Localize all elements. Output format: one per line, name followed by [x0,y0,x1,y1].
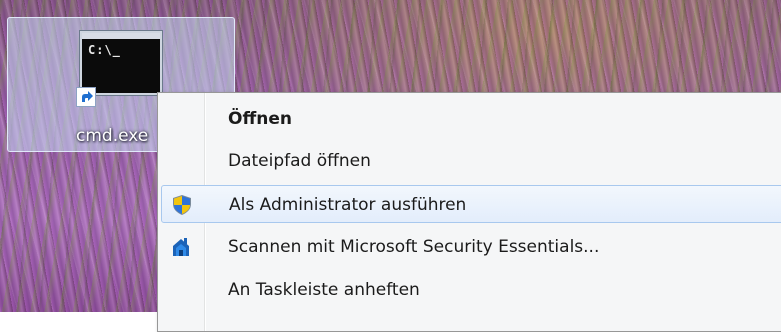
security-essentials-icon [170,236,192,258]
desktop-icon-label: cmd.exe [76,126,149,146]
shortcut-arrow-icon [76,87,96,107]
cmd-icon: C:\_ [80,31,162,95]
menu-item-label: Dateipfad öffnen [228,151,371,171]
menu-item-scan-security-essentials[interactable]: Scannen mit Microsoft Security Essential… [161,228,781,266]
menu-item-label: An Taskleiste anheften [228,280,420,300]
context-menu: Öffnen Dateipfad öffnen Als Administrato… [157,92,781,332]
uac-shield-icon [171,194,193,216]
menu-item-pin-to-taskbar[interactable]: An Taskleiste anheften [161,271,781,309]
menu-item-label: Scannen mit Microsoft Security Essential… [228,237,600,257]
cmd-icon-titlebar [82,33,160,39]
menu-item-open[interactable]: Öffnen [161,100,781,138]
menu-item-label: Als Administrator ausführen [229,195,467,215]
menu-item-label: Öffnen [228,109,292,129]
menu-item-open-file-location[interactable]: Dateipfad öffnen [161,142,781,180]
menu-item-run-as-administrator[interactable]: Als Administrator ausführen [161,185,781,223]
cmd-icon-prompt: C:\_ [88,43,121,57]
